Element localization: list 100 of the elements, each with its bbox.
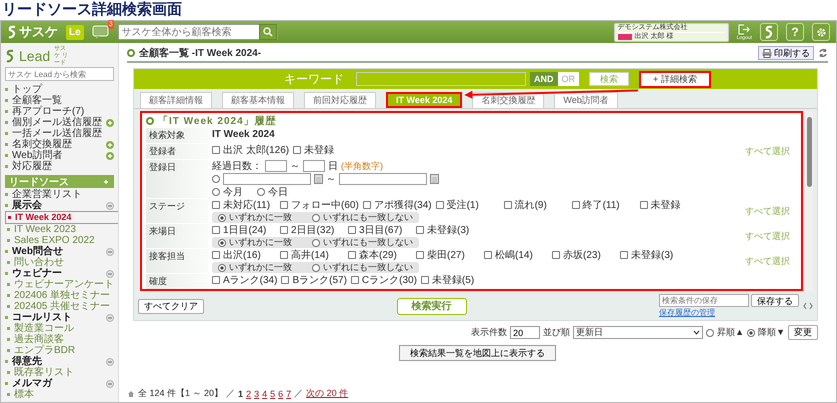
option-label[interactable]: 未登録 xyxy=(650,198,681,212)
page-link[interactable]: 6 xyxy=(278,388,284,398)
checkbox[interactable] xyxy=(280,201,288,209)
date-field[interactable] xyxy=(223,173,311,185)
checkbox[interactable] xyxy=(504,201,512,209)
tab[interactable]: 顧客基本情報 xyxy=(222,92,294,108)
checkbox[interactable] xyxy=(348,226,356,234)
checkbox[interactable] xyxy=(552,251,560,259)
sidebar-group[interactable]: 得意先 xyxy=(12,356,106,367)
collapse-icon[interactable] xyxy=(106,380,114,388)
option-label[interactable]: Aランク(34) xyxy=(223,273,278,287)
option-label[interactable]: 柴田(27) xyxy=(427,248,465,262)
checkbox[interactable] xyxy=(348,251,356,259)
option-label[interactable]: 3日目(67) xyxy=(359,223,402,237)
checkbox[interactable] xyxy=(416,226,424,234)
sidebar-item[interactable]: 対応履歴 xyxy=(12,161,114,172)
print-button[interactable]: 印刷する xyxy=(758,46,814,60)
option-label[interactable]: 1日目(24) xyxy=(223,223,266,237)
sidebar-item[interactable]: 再アプローチ(7) xyxy=(12,106,114,117)
sidebar-item[interactable]: エンプラBDR xyxy=(14,345,114,356)
checkbox[interactable] xyxy=(280,226,288,234)
keyword-field[interactable] xyxy=(356,72,526,86)
option-label[interactable]: アポ獲得(34) xyxy=(374,198,432,212)
collapse-icon[interactable] xyxy=(106,202,114,210)
sidebar-item[interactable]: 202406 単独セミナー xyxy=(14,290,114,301)
option-label[interactable]: 出沢 太郎(126) xyxy=(223,143,290,157)
page-link[interactable]: 4 xyxy=(262,388,268,398)
option-label[interactable]: 高井(14) xyxy=(291,248,329,262)
sidebar-item[interactable]: 企業営業リスト xyxy=(12,189,114,200)
radio-label[interactable]: いずれかに一致 xyxy=(229,212,292,223)
search-icon[interactable] xyxy=(262,27,273,37)
add-icon[interactable] xyxy=(106,152,114,160)
sidebar-item[interactable]: IT Week 2023 xyxy=(14,224,114,235)
refresh-icon[interactable] xyxy=(818,48,828,58)
option-label[interactable]: 2日目(32) xyxy=(291,223,334,237)
search-field[interactable]: サスケ全体から顧客検索 xyxy=(118,24,278,40)
sidebar-item[interactable]: 製造業コール xyxy=(14,323,114,334)
checkbox[interactable] xyxy=(436,201,444,209)
settings-icon[interactable] xyxy=(816,26,826,38)
radio-label[interactable]: 今月 xyxy=(223,185,243,199)
sidebar-item[interactable]: 既存客リスト xyxy=(14,367,114,378)
calendar-icon[interactable] xyxy=(430,174,439,184)
option-label[interactable]: 森本(29) xyxy=(359,248,397,262)
radio-label[interactable]: 降順▼ xyxy=(758,326,785,339)
option-label[interactable]: Cランク(30) xyxy=(362,273,417,287)
radio-label[interactable]: いずれにも一致しない xyxy=(323,212,413,223)
radio-button[interactable] xyxy=(218,214,226,222)
collapse-icon[interactable] xyxy=(106,248,114,256)
page-link[interactable]: 3 xyxy=(254,388,260,398)
swirl-button[interactable] xyxy=(760,23,778,41)
calendar-icon[interactable] xyxy=(314,174,323,184)
radio-label[interactable]: いずれにも一致しない xyxy=(323,237,413,248)
collapse-icon[interactable] xyxy=(106,358,114,366)
sort-dropdown[interactable]: 更新日 xyxy=(573,326,704,339)
sidebar-item[interactable]: 問い合わせ xyxy=(14,257,114,268)
radio-label[interactable]: いずれかに一致 xyxy=(229,262,292,273)
checkbox[interactable] xyxy=(350,276,359,284)
page-link[interactable]: 1 xyxy=(238,388,244,398)
sidebar-group[interactable]: Web問合せ xyxy=(12,246,106,257)
sidebar-item[interactable]: ウェビナーアンケート xyxy=(14,279,114,290)
collapse-icon[interactable] xyxy=(106,314,114,322)
page-link[interactable]: 5 xyxy=(270,388,276,398)
date-field[interactable] xyxy=(339,173,427,185)
tab[interactable]: 前回対応履歴 xyxy=(304,92,376,108)
sidebar-group[interactable]: メルマガ xyxy=(12,378,106,389)
checkbox[interactable] xyxy=(212,251,220,259)
sidebar-search-field[interactable]: サスケ Lead から検索 xyxy=(5,67,114,81)
sidebar-item[interactable]: 一括メール送信履歴 xyxy=(12,128,114,139)
checkbox[interactable] xyxy=(420,276,429,284)
option-label[interactable]: フォロー中(60) xyxy=(291,198,359,212)
radio-label[interactable]: 今日 xyxy=(268,185,288,199)
option-label[interactable]: Bランク(57) xyxy=(292,273,347,287)
sidebar-item[interactable]: 個別メール送信履歴 xyxy=(12,117,106,128)
sidebar-item[interactable]: 標本 xyxy=(14,389,114,400)
checkbox[interactable] xyxy=(484,251,492,259)
radio-button[interactable] xyxy=(212,188,220,196)
sidebar-group[interactable]: ウェビナー xyxy=(12,268,106,279)
checkbox[interactable] xyxy=(572,201,580,209)
checkbox[interactable] xyxy=(281,276,290,284)
radio-button[interactable] xyxy=(218,264,226,272)
checkbox[interactable] xyxy=(362,201,371,209)
checkbox[interactable] xyxy=(293,146,302,154)
next-page-link[interactable]: 次の 20 件 xyxy=(306,387,348,400)
tab[interactable]: 顧客詳細情報 xyxy=(140,92,212,108)
sidebar-item[interactable]: 過去商談客 xyxy=(14,334,114,345)
input-field[interactable] xyxy=(265,160,287,172)
add-icon[interactable] xyxy=(106,118,114,126)
radio-button[interactable] xyxy=(706,328,714,336)
option-label[interactable]: 未登録(3) xyxy=(631,248,674,262)
input-field[interactable] xyxy=(303,160,325,172)
settings-button[interactable] xyxy=(812,23,830,41)
radio-label[interactable]: いずれにも一致しない xyxy=(323,262,413,273)
radio-button[interactable] xyxy=(747,328,756,336)
option-label[interactable]: 未対応(11) xyxy=(223,198,270,212)
option-label[interactable]: 終了(11) xyxy=(582,198,620,212)
checkbox[interactable] xyxy=(416,251,424,259)
option-label[interactable]: 松嶋(14) xyxy=(495,248,533,262)
chat-icon[interactable] xyxy=(92,24,110,40)
tab[interactable]: Web訪問者 xyxy=(554,92,618,108)
sidebar-item[interactable]: 名刺交換履歴 xyxy=(12,139,106,150)
